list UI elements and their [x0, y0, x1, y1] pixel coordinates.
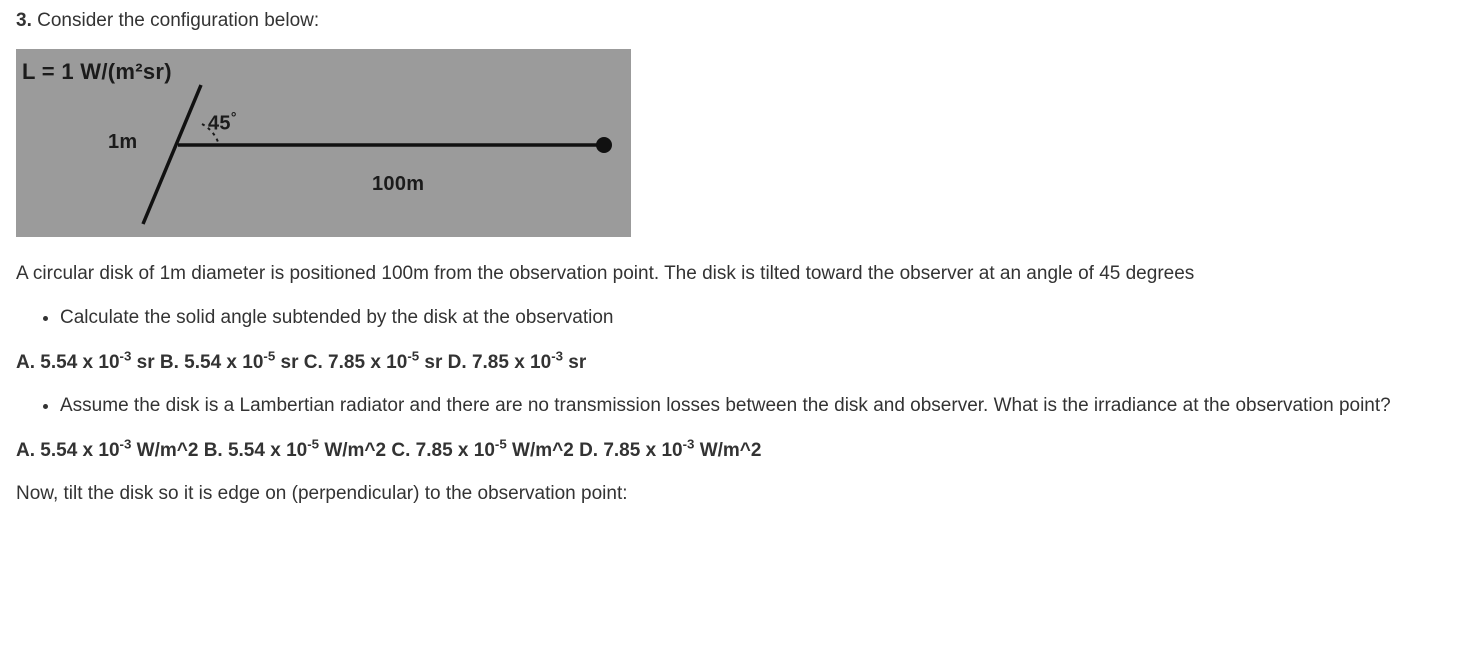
part1-list: Calculate the solid angle subtended by t… — [16, 303, 1464, 332]
choice-D: D. 7.85 x 10-3 W/m^2 — [579, 440, 761, 461]
choice-B: B. 5.54 x 10-5 sr — [160, 352, 304, 373]
observation-point-icon — [596, 137, 612, 153]
question-prompt: Consider the configuration below: — [37, 10, 319, 31]
followup-prompt: Now, tilt the disk so it is edge on (per… — [16, 479, 1464, 508]
angle-arc-icon — [202, 124, 219, 145]
configuration-description: A circular disk of 1m diameter is positi… — [16, 259, 1464, 288]
part2-choices: A. 5.54 x 10-3 W/m^2 B. 5.54 x 10-5 W/m^… — [16, 435, 1464, 466]
choice-A: A. 5.54 x 10-3 W/m^2 — [16, 440, 204, 461]
geometry-figure: L = 1 W/(m²sr) 1m 45° 100m — [16, 49, 631, 237]
part1-choices: A. 5.54 x 10-3 sr B. 5.54 x 10-5 sr C. 7… — [16, 346, 1464, 377]
diagram-svg — [16, 49, 631, 237]
part2-prompt: Assume the disk is a Lambertian radiator… — [60, 391, 1464, 420]
choice-C: C. 7.85 x 10-5 W/m^2 — [391, 440, 579, 461]
choice-C: C. 7.85 x 10-5 sr — [304, 352, 448, 373]
part2-list: Assume the disk is a Lambertian radiator… — [16, 391, 1464, 420]
choice-B: B. 5.54 x 10-5 W/m^2 — [204, 440, 392, 461]
part1-prompt: Calculate the solid angle subtended by t… — [60, 303, 1464, 332]
question-header: 3. Consider the configuration below: — [16, 6, 1464, 35]
question-number: 3. — [16, 10, 32, 31]
disk-line — [143, 85, 201, 224]
choice-A: A. 5.54 x 10-3 sr — [16, 352, 155, 373]
choice-D: D. 7.85 x 10-3 sr — [448, 352, 587, 373]
